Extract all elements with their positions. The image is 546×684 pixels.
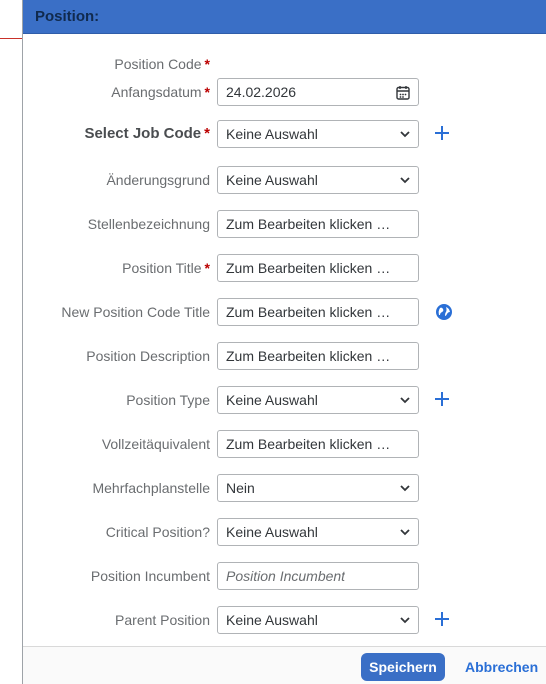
row-position-description: Position Description Zum Bearbeiten klic… [23, 342, 546, 370]
row-critical-position: Critical Position? Keine Auswahl [23, 518, 546, 546]
chevron-down-icon [400, 485, 410, 492]
parent-position-dropdown[interactable]: Keine Auswahl [217, 606, 419, 634]
anfangsdatum-label: Anfangsdatum * [111, 84, 210, 100]
position-title-input[interactable]: Zum Bearbeiten klicken ode... [217, 254, 419, 282]
globe-icon[interactable] [435, 303, 453, 321]
row-position-type: Position Type Keine Auswahl [23, 386, 546, 414]
cancel-button[interactable]: Abbrechen [465, 659, 538, 675]
row-mehrfachplanstelle: Mehrfachplanstelle Nein [23, 474, 546, 502]
mehrfachplanstelle-label: Mehrfachplanstelle [92, 480, 210, 496]
row-anfangsdatum: Anfangsdatum * 24.02.2026 [23, 78, 546, 106]
position-dialog: Position: Position Code * Anfangsdatum * 2… [22, 0, 546, 684]
position-description-input[interactable]: Zum Bearbeiten klicken ode... [217, 342, 419, 370]
position-type-dropdown[interactable]: Keine Auswahl [217, 386, 419, 414]
row-stellenbezeichnung: Stellenbezeichnung Zum Bearbeiten klicke… [23, 210, 546, 238]
stellenbezeichnung-label: Stellenbezeichnung [87, 216, 210, 232]
anfangsdatum-date-picker[interactable]: 24.02.2026 [217, 78, 419, 106]
select-job-code-label: Select Job Code * [84, 125, 210, 142]
row-position-title: Position Title * Zum Bearbeiten klicken o… [23, 254, 546, 282]
dialog-title: Position: [35, 8, 100, 25]
select-job-code-dropdown[interactable]: Keine Auswahl [217, 120, 419, 148]
new-position-code-title-value: Zum Bearbeiten klicken ode... [226, 304, 396, 320]
dialog-footer: Speichern Abbrechen [23, 646, 546, 684]
position-title-value: Zum Bearbeiten klicken ode... [226, 260, 396, 276]
critical-position-value: Keine Auswahl [226, 524, 318, 540]
position-title-label: Position Title * [122, 260, 210, 276]
plus-icon[interactable] [433, 610, 451, 628]
background-red-line [0, 38, 22, 39]
vollzeitaequivalent-label: Vollzeitäquivalent [101, 436, 210, 452]
row-select-job-code: Select Job Code * Keine Auswahl [23, 120, 546, 148]
aenderungsgrund-dropdown[interactable]: Keine Auswahl [217, 166, 419, 194]
chevron-down-icon [400, 177, 410, 184]
mehrfachplanstelle-dropdown[interactable]: Nein [217, 474, 419, 502]
position-type-label: Position Type [126, 392, 210, 408]
plus-icon[interactable] [433, 390, 451, 408]
stellenbezeichnung-input[interactable]: Zum Bearbeiten klicken ode... [217, 210, 419, 238]
row-aenderungsgrund: Änderungsgrund Keine Auswahl [23, 166, 546, 194]
parent-position-label: Parent Position [115, 612, 210, 628]
required-marker: * [204, 84, 210, 100]
critical-position-label: Critical Position? [105, 524, 210, 540]
row-parent-position: Parent Position Keine Auswahl [23, 606, 546, 634]
position-incumbent-placeholder: Position Incumbent [226, 568, 346, 584]
position-incumbent-input[interactable]: Position Incumbent [217, 562, 419, 590]
row-vollzeitaequivalent: Vollzeitäquivalent Zum Bearbeiten klicke… [23, 430, 546, 458]
new-position-code-title-label: New Position Code Title [61, 304, 210, 320]
aenderungsgrund-label: Änderungsgrund [106, 172, 210, 188]
select-job-code-value: Keine Auswahl [226, 126, 318, 142]
stellenbezeichnung-value: Zum Bearbeiten klicken ode... [226, 216, 396, 232]
critical-position-dropdown[interactable]: Keine Auswahl [217, 518, 419, 546]
row-position-code: Position Code * [23, 50, 546, 78]
chevron-down-icon [400, 529, 410, 536]
required-marker: * [204, 260, 210, 276]
new-position-code-title-input[interactable]: Zum Bearbeiten klicken ode... [217, 298, 419, 326]
vollzeitaequivalent-input[interactable]: Zum Bearbeiten klicken ode... [217, 430, 419, 458]
dialog-header: Position: [23, 0, 546, 34]
plus-icon[interactable] [433, 124, 451, 142]
parent-position-value: Keine Auswahl [226, 612, 318, 628]
position-code-label: Position Code * [114, 56, 210, 72]
vollzeitaequivalent-value: Zum Bearbeiten klicken ode... [226, 436, 396, 452]
calendar-icon[interactable] [396, 85, 410, 100]
required-marker: * [204, 125, 210, 142]
chevron-down-icon [400, 397, 410, 404]
chevron-down-icon [400, 131, 410, 138]
position-description-value: Zum Bearbeiten klicken ode... [226, 348, 396, 364]
anfangsdatum-value: 24.02.2026 [226, 84, 297, 100]
row-new-position-code-title: New Position Code Title Zum Bearbeiten k… [23, 298, 546, 326]
position-incumbent-label: Position Incumbent [90, 568, 210, 584]
save-button[interactable]: Speichern [361, 653, 445, 681]
row-position-incumbent: Position Incumbent Position Incumbent [23, 562, 546, 590]
aenderungsgrund-value: Keine Auswahl [226, 172, 318, 188]
mehrfachplanstelle-value: Nein [226, 480, 255, 496]
required-marker: * [204, 56, 210, 72]
position-description-label: Position Description [86, 348, 210, 364]
chevron-down-icon [400, 617, 410, 624]
position-type-value: Keine Auswahl [226, 392, 318, 408]
